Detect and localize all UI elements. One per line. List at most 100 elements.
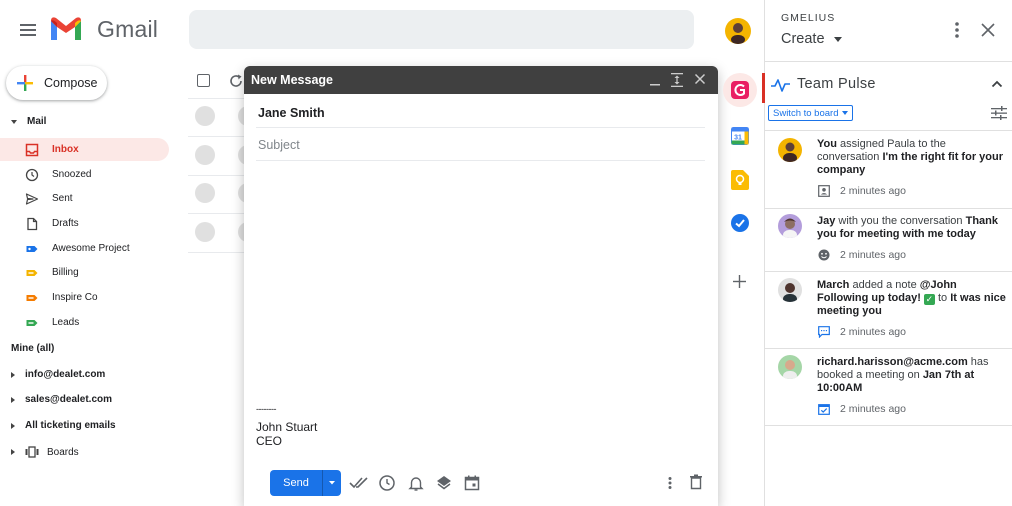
account-avatar[interactable]: [725, 18, 751, 44]
gmail-logo-icon[interactable]: [48, 15, 84, 43]
nav-item-snoozed[interactable]: Snoozed: [0, 163, 169, 186]
nav-item-drafts[interactable]: Drafts: [0, 212, 169, 235]
filter-button[interactable]: [991, 106, 1007, 120]
close-compose-button[interactable]: [694, 73, 706, 85]
activity-divider: [765, 425, 1012, 426]
expand-icon: [671, 73, 683, 87]
more-options-button[interactable]: [666, 474, 674, 492]
meeting-scheduler-button[interactable]: [463, 474, 481, 492]
list-item-avatar[interactable]: [195, 222, 215, 242]
get-addons-button[interactable]: [733, 275, 746, 288]
nav-item-awesome-project[interactable]: Awesome Project: [0, 237, 169, 260]
hamburger-menu-icon: [20, 24, 36, 36]
search-bar[interactable]: [189, 10, 694, 49]
boards-label: Boards: [47, 446, 79, 458]
minimize-button[interactable]: [648, 72, 662, 88]
signature-name: John Stuart: [256, 420, 318, 434]
collapse-section-button[interactable]: [991, 79, 1003, 89]
nav-item-label: Snoozed: [52, 169, 92, 180]
mine-section[interactable]: Mine (all): [11, 343, 54, 354]
create-dropdown[interactable]: Create: [781, 31, 842, 47]
send-button[interactable]: Send: [270, 470, 341, 496]
caret-down-icon: [833, 36, 842, 42]
account-ticketing[interactable]: All ticketing emails: [11, 420, 116, 431]
nav-item-billing[interactable]: Billing: [0, 261, 169, 284]
account-info[interactable]: info@dealet.com: [11, 369, 105, 380]
label-icon: [25, 316, 39, 330]
keep-addon-button[interactable]: [731, 170, 749, 190]
clock-icon: [379, 475, 395, 491]
nav-item-label: Sent: [52, 193, 73, 204]
list-divider: [188, 98, 248, 99]
list-item-avatar[interactable]: [195, 183, 215, 203]
schedule-send-button[interactable]: [378, 474, 396, 492]
nav-item-label: Awesome Project: [52, 243, 130, 254]
activity-item[interactable]: You assigned Paula to the conversation I…: [765, 131, 1012, 209]
account-label: All ticketing emails: [25, 420, 116, 431]
tasks-addon-button[interactable]: [731, 214, 749, 232]
nav-item-sent[interactable]: Sent: [0, 187, 169, 210]
subject-input[interactable]: Subject: [258, 138, 300, 152]
field-divider: [256, 127, 705, 128]
panel-more-button[interactable]: [950, 20, 964, 40]
refresh-button[interactable]: [228, 73, 244, 89]
compose-title: New Message: [251, 73, 333, 87]
activity-text: Jay with you the conversation Thank you …: [817, 215, 999, 240]
nav-item-label: Inbox: [52, 144, 79, 155]
note-icon: [817, 325, 831, 339]
send-icon: [25, 192, 39, 206]
chevron-up-icon: [991, 80, 1003, 88]
caret-right-icon: [11, 449, 15, 455]
read-receipt-button[interactable]: [349, 474, 369, 492]
gmelius-addon-button[interactable]: [723, 73, 757, 107]
calendar-check-icon: [817, 402, 831, 416]
activity-item[interactable]: richard.harisson@acme.com has booked a m…: [765, 349, 1012, 426]
activity-item[interactable]: March added a note @John Following up to…: [765, 272, 1012, 349]
compose-header[interactable]: New Message: [244, 66, 718, 94]
caret-down-icon: [11, 119, 17, 124]
mine-section-label: Mine (all): [11, 343, 55, 354]
activity-meta: 2 minutes ago: [817, 248, 906, 262]
account-label: sales@dealet.com: [25, 394, 113, 405]
account-label: info@dealet.com: [25, 369, 106, 380]
panel-divider: [765, 61, 1012, 62]
list-item-avatar[interactable]: [195, 145, 215, 165]
fullscreen-button[interactable]: [670, 72, 684, 88]
inbox-icon: [25, 143, 39, 157]
nav-item-inbox[interactable]: Inbox: [0, 138, 169, 161]
active-tab-indicator: [762, 73, 765, 103]
discard-draft-button[interactable]: [689, 474, 703, 490]
switch-label: Switch to board: [773, 107, 839, 119]
more-vert-icon: [955, 22, 959, 38]
templates-button[interactable]: [435, 474, 453, 492]
reminder-button[interactable]: [407, 474, 425, 492]
boards-item[interactable]: Boards: [11, 446, 79, 458]
compose-label: Compose: [44, 76, 98, 90]
nav-item-label: Billing: [52, 267, 79, 278]
app-name: Gmail: [97, 16, 159, 42]
draft-icon: [25, 217, 39, 231]
list-item-avatar[interactable]: [195, 106, 215, 126]
recipient-chip[interactable]: Jane Smith: [258, 106, 325, 120]
main-menu-button[interactable]: [14, 16, 42, 44]
list-divider: [188, 175, 248, 176]
emoji-icon: [817, 248, 831, 262]
nav-item-inspire-co[interactable]: Inspire Co: [0, 286, 169, 309]
tasks-check-icon: [731, 214, 749, 232]
switch-to-board-button[interactable]: Switch to board: [768, 105, 854, 121]
label-icon: [25, 291, 39, 305]
compose-button[interactable]: Compose: [6, 66, 107, 100]
list-divider: [188, 213, 248, 214]
select-all-checkbox[interactable]: [197, 74, 210, 87]
minimize-icon: [650, 84, 660, 86]
activity-item[interactable]: Jay with you the conversation Thank you …: [765, 209, 1012, 272]
activity-time: 2 minutes ago: [840, 185, 906, 197]
activity-text: March added a note @John Following up to…: [817, 279, 1006, 317]
panel-close-button[interactable]: [980, 22, 996, 38]
mail-section-toggle[interactable]: Mail: [11, 116, 46, 127]
calendar-addon-button[interactable]: 31: [731, 127, 749, 145]
nav-item-leads[interactable]: Leads: [0, 311, 169, 334]
account-sales[interactable]: sales@dealet.com: [11, 394, 112, 405]
send-options-button[interactable]: [323, 480, 341, 486]
trash-icon: [690, 474, 702, 490]
